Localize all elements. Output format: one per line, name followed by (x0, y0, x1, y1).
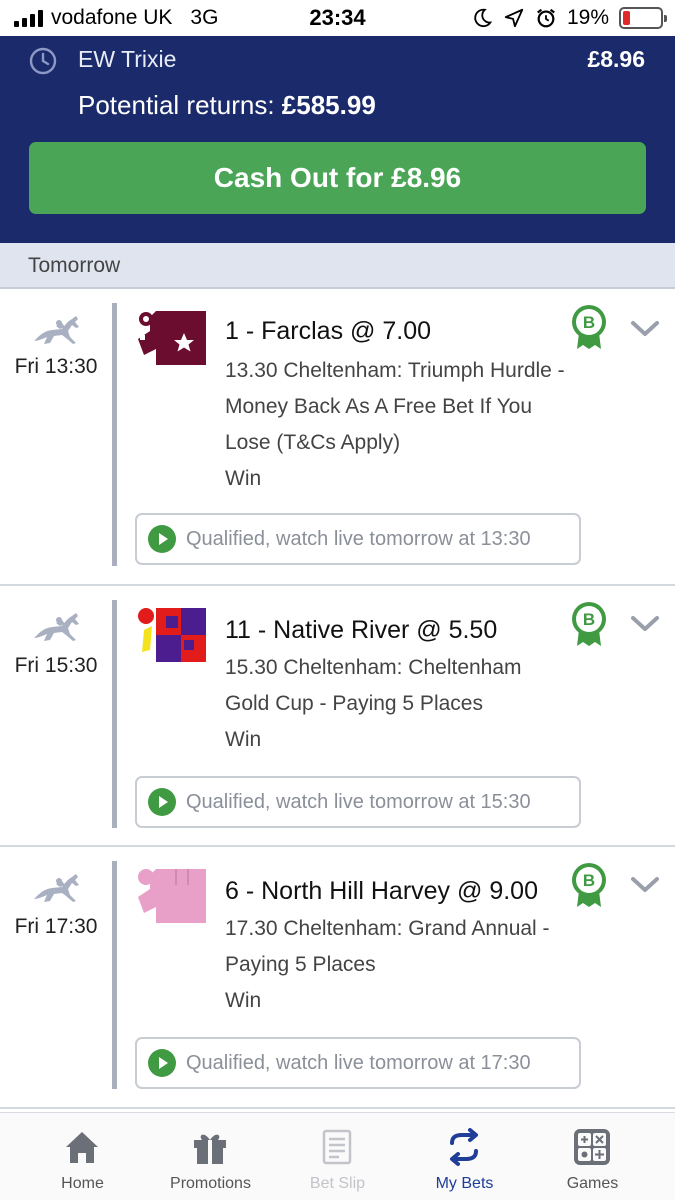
selection-row: Fri 17:30 6 - North Hill Harvey @ 9.00 1… (0, 847, 675, 1109)
row-divider (112, 600, 117, 828)
horse-racing-icon (34, 316, 79, 344)
b-badge-icon: B (572, 863, 606, 907)
selection-description: 15.30 Cheltenham: Cheltenham Gold Cup - … (225, 656, 522, 715)
tab-label: Games (566, 1175, 619, 1192)
day-label: Tomorrow (28, 254, 121, 277)
watch-live-label: Qualified, watch live tomorrow at 13:30 (186, 527, 531, 550)
battery-icon (619, 7, 667, 29)
bet-type: EW Trixie (78, 46, 177, 72)
selection-name: 11 - Native River @ 5.50 (225, 616, 498, 644)
selection-row: Fri 13:30 1 - Farclas @ 7.00 13.30 Chelt… (0, 289, 675, 586)
maroon-silks-star-icon (138, 311, 206, 365)
day-section-header: Tomorrow (0, 243, 675, 289)
selection-result: Win (225, 728, 262, 751)
gift-icon (194, 1134, 226, 1164)
horse-racing-icon (34, 613, 79, 641)
status-bar: vodafone UK 3G 23:34 19% (0, 0, 675, 36)
selection-result: Win (225, 989, 262, 1012)
b-badge-icon: B (572, 602, 606, 646)
my-bets-icon (450, 1128, 478, 1166)
play-icon (148, 525, 176, 553)
selection-row: Fri 15:30 11 - Native River @ 5.50 15.30… (0, 586, 675, 847)
tab-label: Bet Slip (309, 1175, 366, 1192)
selection-description: 17.30 Cheltenham: Grand Annual - Paying … (225, 917, 550, 976)
battery-percent: 19% (566, 6, 609, 29)
tab-label: My Bets (435, 1175, 494, 1192)
moon-icon (474, 8, 493, 28)
home-icon (66, 1132, 98, 1163)
selection-name: 1 - Farclas @ 7.00 (225, 317, 432, 345)
badge-letter: B (583, 610, 595, 629)
selection-result: Win (225, 467, 262, 490)
bet-summary: EW Trixie £8.96 Potential returns: £585.… (0, 36, 675, 243)
tab-label: Home (61, 1175, 104, 1192)
games-icon (574, 1129, 610, 1165)
betslip-icon (322, 1129, 352, 1165)
chevron-down-icon[interactable] (630, 875, 660, 895)
watch-live-button[interactable]: Qualified, watch live tomorrow at 17:30 (135, 1037, 581, 1089)
location-arrow-icon (504, 8, 524, 28)
potential-returns-value: £585.99 (281, 90, 376, 120)
pink-silks-icon (138, 869, 206, 923)
row-divider (112, 303, 117, 566)
watch-live-button[interactable]: Qualified, watch live tomorrow at 15:30 (135, 776, 581, 828)
alarm-icon (537, 8, 555, 28)
battery-level (623, 11, 630, 25)
watch-live-label: Qualified, watch live tomorrow at 17:30 (186, 1051, 531, 1074)
tab-bet-slip[interactable]: Bet Slip (270, 1113, 405, 1200)
chevron-down-icon[interactable] (630, 614, 660, 634)
watch-live-label: Qualified, watch live tomorrow at 15:30 (186, 790, 531, 813)
tab-games[interactable]: Games (525, 1113, 660, 1200)
race-time: Fri 17:30 (14, 915, 98, 938)
badge-letter: B (583, 871, 595, 890)
horse-racing-icon (34, 874, 79, 902)
selection-description: 13.30 Cheltenham: Triumph Hurdle - Money… (225, 359, 565, 454)
cash-out-button[interactable]: Cash Out for £8.96 (29, 142, 646, 214)
tab-promotions[interactable]: Promotions (143, 1113, 278, 1200)
potential-returns: Potential returns: £585.99 (78, 90, 376, 121)
row-divider (112, 861, 117, 1089)
bet-stake: £8.96 (587, 46, 645, 72)
selection-name: 6 - North Hill Harvey @ 9.00 (225, 877, 538, 905)
play-icon (148, 788, 176, 816)
play-icon (148, 1049, 176, 1077)
badge-letter: B (583, 313, 595, 332)
tab-home[interactable]: Home (15, 1113, 150, 1200)
tab-label: Promotions (170, 1175, 251, 1192)
clock-icon (29, 47, 57, 75)
status-right: 19% (471, 5, 667, 31)
race-time: Fri 15:30 (14, 654, 98, 677)
potential-returns-label: Potential returns: (78, 90, 275, 120)
chevron-down-icon[interactable] (630, 319, 660, 339)
bottom-tab-bar: Home Promotions Bet Slip My Bets Games (0, 1112, 675, 1200)
tab-my-bets[interactable]: My Bets (397, 1113, 532, 1200)
watch-live-button[interactable]: Qualified, watch live tomorrow at 13:30 (135, 513, 581, 565)
b-badge-icon: B (572, 305, 606, 349)
race-time: Fri 13:30 (14, 355, 98, 378)
red-purple-check-silks-icon (138, 608, 206, 662)
